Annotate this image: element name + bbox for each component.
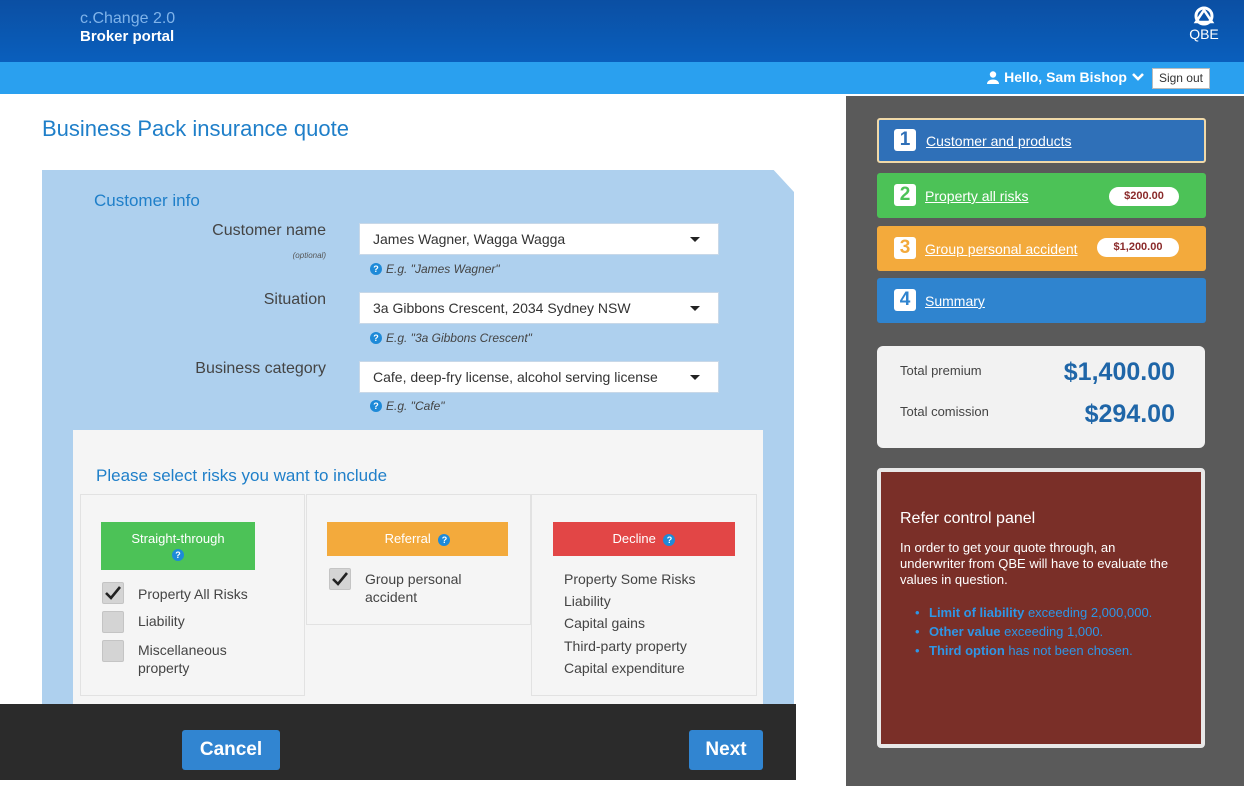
step-number: 3 (894, 237, 916, 259)
refer-title: Refer control panel (900, 510, 1036, 527)
decline-item: Third-party property (564, 638, 687, 654)
decline-item: Capital gains (564, 615, 645, 631)
step-customer-and-products[interactable]: 1 Customer and products (877, 118, 1206, 163)
decline-item: Capital expenditure (564, 660, 685, 676)
situation-hint: ? E.g. "3a Gibbons Crescent" (370, 331, 532, 345)
checkbox[interactable] (102, 582, 124, 604)
price-badge: $200.00 (1109, 187, 1179, 206)
help-icon[interactable]: ? (172, 549, 184, 561)
step-number: 4 (894, 289, 916, 311)
totals-panel: Total premium $1,400.00 Total comission … (877, 346, 1205, 448)
caret-down-icon (690, 375, 700, 380)
risk-label: Liability (138, 613, 185, 629)
help-icon[interactable]: ? (438, 534, 451, 546)
customer-name-hint-text: E.g. "James Wagner" (386, 262, 500, 276)
total-commission-label: Total comission (900, 404, 989, 419)
step-label[interactable]: Property all risks (925, 188, 1028, 204)
caret-down-icon (690, 237, 700, 242)
risk-checkbox-miscellaneous-property[interactable]: Miscellaneous property (102, 640, 292, 677)
risk-label: Group personal accident (365, 571, 462, 605)
sign-out-button[interactable]: Sign out (1151, 68, 1210, 89)
decline-item: Property Some Risks (564, 571, 696, 587)
user-icon (987, 70, 1000, 84)
logo-text: QBE (1189, 26, 1219, 42)
referral-header: Referral ? (327, 522, 508, 556)
risk-checkbox-property-all-risks[interactable]: Property All Risks (102, 582, 292, 604)
total-premium-label: Total premium (900, 363, 982, 378)
business-category-label: Business category (195, 360, 326, 377)
help-icon: ? (370, 263, 382, 275)
referral-label: Referral (384, 531, 431, 546)
straight-through-label: Straight-through (131, 531, 225, 546)
qbe-logo[interactable]: QBE (1184, 6, 1224, 42)
step-property-all-risks[interactable]: 2 Property all risks $200.00 (877, 173, 1206, 218)
user-menu[interactable]: Hello, Sam Bishop (987, 69, 1144, 85)
decline-label: Decline (612, 531, 656, 546)
checkmark-icon (105, 586, 121, 600)
page-title: Business Pack insurance quote (42, 116, 349, 141)
step-number: 1 (894, 129, 916, 151)
risks-title: Please select risks you want to include (96, 466, 388, 485)
help-icon: ? (370, 332, 382, 344)
business-category-value: Cafe, deep-fry license, alcohol serving … (373, 369, 658, 385)
customer-name-value: James Wagner, Wagga Wagga (373, 231, 566, 247)
business-category-hint-text: E.g. "Cafe" (386, 399, 445, 413)
step-label[interactable]: Group personal accident (925, 241, 1078, 257)
step-summary[interactable]: 4 Summary (877, 278, 1206, 323)
next-button[interactable]: Next (689, 730, 763, 770)
step-number: 2 (894, 184, 916, 206)
checkbox[interactable] (102, 611, 124, 633)
customer-name-select[interactable]: James Wagner, Wagga Wagga (359, 223, 719, 255)
price-badge: $1,200.00 (1097, 238, 1179, 257)
straight-through-header: Straight-through ? (101, 522, 255, 570)
qbe-emblem-icon (1193, 6, 1215, 26)
customer-info-title: Customer info (94, 191, 200, 210)
help-icon: ? (370, 400, 382, 412)
situation-select[interactable]: 3a Gibbons Crescent, 2034 Sydney NSW (359, 292, 719, 324)
app-subtitle: Broker portal (80, 28, 175, 45)
decline-item: Liability (564, 593, 611, 609)
checkbox[interactable] (102, 640, 124, 662)
customer-name-optional: (optional) (292, 251, 326, 260)
business-category-hint: ? E.g. "Cafe" (370, 399, 445, 413)
refer-issue: Other value exceeding 1,000. (915, 623, 1164, 640)
situation-value: 3a Gibbons Crescent, 2034 Sydney NSW (373, 300, 631, 316)
situation-label: Situation (263, 291, 326, 308)
total-commission-value: $294.00 (1084, 400, 1175, 428)
action-bar (0, 704, 796, 780)
risk-label: Miscellaneous property (138, 642, 227, 676)
step-group-personal-accident[interactable]: 3 Group personal accident $1,200.00 (877, 226, 1206, 271)
customer-name-label: Customer name (212, 222, 326, 239)
business-category-select[interactable]: Cafe, deep-fry license, alcohol serving … (359, 361, 719, 393)
cancel-button[interactable]: Cancel (182, 730, 280, 770)
app-title: c.Change 2.0 (80, 10, 176, 27)
refer-issue: Third option has not been chosen. (915, 642, 1164, 659)
refer-issue: Limit of liability exceeding 2,000,000. (915, 604, 1164, 621)
step-label[interactable]: Summary (925, 293, 985, 309)
risk-label: Property All Risks (138, 586, 248, 602)
decline-header: Decline ? (553, 522, 735, 556)
user-bar: Hello, Sam Bishop Sign out (0, 62, 1244, 94)
refer-description: In order to get your quote through, an u… (900, 540, 1169, 587)
risk-checkbox-liability[interactable]: Liability (102, 611, 292, 633)
checkbox[interactable] (329, 568, 351, 590)
chevron-down-icon (1132, 72, 1144, 81)
checkmark-icon (332, 572, 348, 586)
customer-name-hint: ? E.g. "James Wagner" (370, 262, 500, 276)
risk-checkbox-group-personal-accident[interactable]: Group personal accident (329, 568, 519, 606)
refer-issues-list: Limit of liability exceeding 2,000,000. … (915, 604, 1164, 661)
user-greeting: Hello, Sam Bishop (1004, 69, 1127, 85)
situation-hint-text: E.g. "3a Gibbons Crescent" (386, 331, 532, 345)
refer-control-panel: Refer control panel In order to get your… (877, 468, 1205, 748)
help-icon[interactable]: ? (663, 534, 676, 546)
total-premium-value: $1,400.00 (1063, 358, 1175, 386)
caret-down-icon (690, 306, 700, 311)
app-header: c.Change 2.0 Broker portal QBE (0, 0, 1244, 62)
step-label[interactable]: Customer and products (926, 133, 1072, 149)
